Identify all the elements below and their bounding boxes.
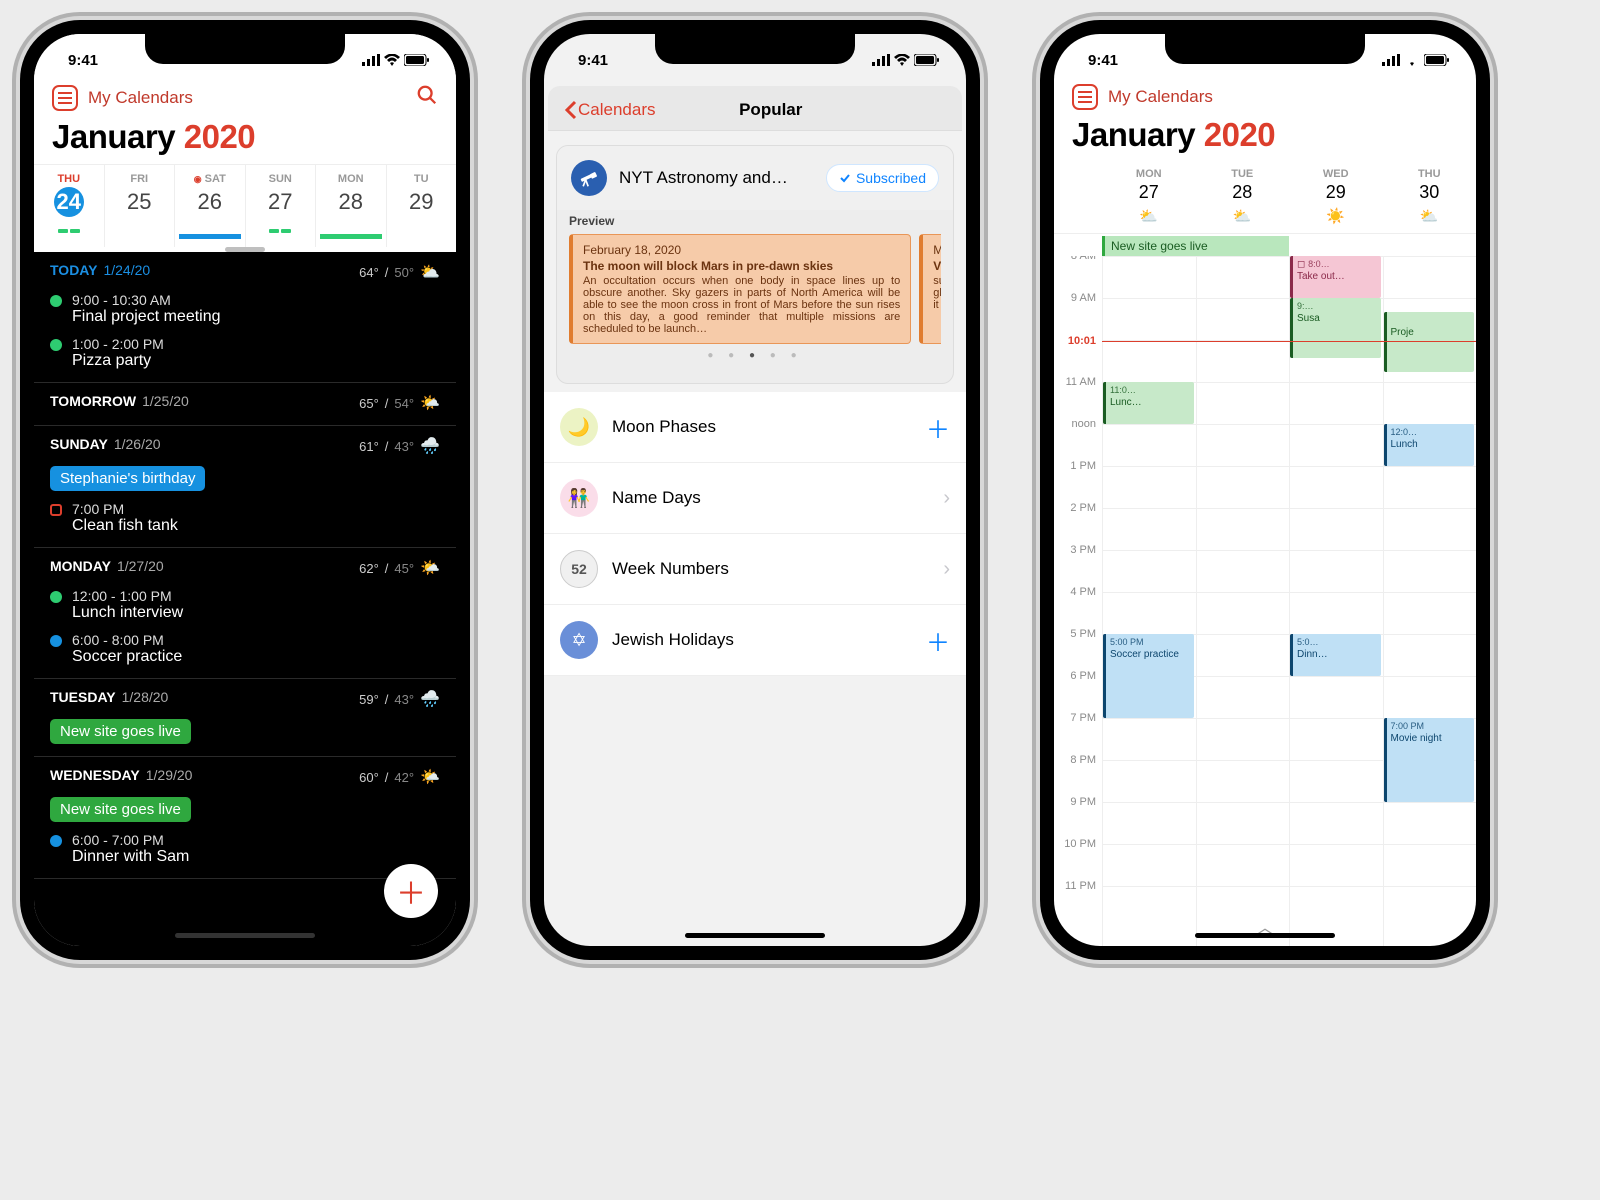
add-icon[interactable]: ＋ [926,410,950,445]
event-pill[interactable]: New site goes live [50,797,440,822]
featured-name[interactable]: NYT Astronomy and… [619,168,814,188]
event-item[interactable]: 6:00 - 7:00 PMDinner with Sam [50,832,440,866]
day-cell[interactable]: TU29 [386,165,457,247]
week-event[interactable]: 12:0…Lunch [1384,424,1475,466]
event-pill[interactable]: Stephanie's birthday [50,466,440,491]
hour-labels: 8 AM9 AM11 AMnoon1 PM2 PM3 PM4 PM5 PM6 P… [1054,256,1102,946]
signal-icon [1382,54,1400,66]
event-item[interactable]: 1:00 - 2:00 PMPizza party [50,336,440,370]
menu-icon[interactable] [1072,84,1098,110]
agenda-section: SUNDAY1/26/20 61°/43° 🌧️Stephanie's birt… [34,426,456,548]
home-indicator[interactable] [685,933,825,938]
menu-icon[interactable] [52,85,78,111]
chevron-right-icon[interactable]: › [943,487,950,510]
chevron-left-icon [564,100,578,120]
day-cell[interactable]: ◉ SAT26 [174,165,245,247]
agenda-section: TOMORROW1/25/20 65°/54° 🌤️ [34,383,456,426]
phone-subscribe: 9:41 Calendars Popular NYT Astronomy and… [530,20,980,960]
preview-card-peek[interactable]: Ma Ve sun glo it lo [919,234,941,344]
notch [1165,34,1365,64]
calendar-option[interactable]: 52Week Numbers› [544,534,966,605]
week-event[interactable]: 9:…Susa [1290,298,1381,358]
featured-calendar-card: NYT Astronomy and… Subscribed Preview Fe… [556,145,954,384]
home-indicator[interactable] [175,933,315,938]
event-item[interactable]: 6:00 - 8:00 PMSoccer practice [50,632,440,666]
notch [655,34,855,64]
day-cell[interactable]: MON28 [315,165,386,247]
calendar-list: 🌙Moon Phases＋👫Name Days›52Week Numbers›✡… [544,392,966,676]
day-cell[interactable]: SUN27 [245,165,316,247]
preview-label: Preview [569,214,941,228]
search-icon[interactable] [416,84,438,112]
day-cell[interactable]: FRI25 [104,165,175,247]
battery-icon [404,54,430,66]
status-time: 9:41 [578,52,608,69]
page-dots[interactable]: ● ● ● ● ● [569,344,941,371]
week-strip[interactable]: THU24FRI25◉ SAT26SUN27MON28TU29 [34,164,456,247]
agenda-section: MONDAY1/27/20 62°/45° 🌤️12:00 - 1:00 PML… [34,548,456,679]
day-header[interactable]: THU30⛅ [1383,162,1477,233]
month-heading[interactable]: January 2020 [1054,114,1476,162]
add-event-button[interactable]: ＋ [384,864,438,918]
event-item[interactable]: 12:00 - 1:00 PMLunch interview [50,588,440,622]
nav-title[interactable]: My Calendars [1108,87,1213,107]
preview-card[interactable]: February 18, 2020 The moon will block Ma… [569,234,911,344]
home-indicator[interactable] [1195,933,1335,938]
week-event[interactable]: ◻ 8:0…Take out… [1290,256,1381,298]
wifi-icon [1404,54,1420,66]
phone-week: 9:41 My Calendars January 2020 MON27⛅TUE… [1040,20,1490,960]
month-heading[interactable]: January 2020 [34,116,456,164]
agenda-section: TUESDAY1/28/20 59°/43° 🌧️New site goes l… [34,679,456,757]
calendar-option[interactable]: 👫Name Days› [544,463,966,534]
week-event[interactable]: 7:00 PMMovie night [1384,718,1475,802]
week-grid[interactable]: 8 AM9 AM11 AMnoon1 PM2 PM3 PM4 PM5 PM6 P… [1054,256,1476,946]
day-header[interactable]: WED29☀️ [1289,162,1383,233]
week-event[interactable]: 11:0…Lunc… [1103,382,1194,424]
battery-icon [914,54,940,66]
week-event[interactable]: 5:0…Dinn… [1290,634,1381,676]
calendar-option[interactable]: 🌙Moon Phases＋ [544,392,966,463]
signal-icon [872,54,890,66]
agenda-list[interactable]: ＋ TODAY1/24/20 64°/50° ⛅9:00 - 10:30 AMF… [34,252,456,946]
status-time: 9:41 [1088,52,1118,69]
agenda-section: WEDNESDAY1/29/20 60°/42° 🌤️New site goes… [34,757,456,879]
telescope-icon [571,160,607,196]
event-item[interactable]: 7:00 PMClean fish tank [50,501,440,535]
check-icon [839,172,851,184]
wifi-icon [894,54,910,66]
sheet-title: Popular [596,100,947,120]
day-cell[interactable]: THU24 [34,165,104,247]
status-time: 9:41 [68,52,98,69]
add-icon[interactable]: ＋ [926,623,950,658]
week-event[interactable]: Proje [1384,312,1475,372]
allday-row[interactable]: New site goes live [1102,234,1476,256]
week-event[interactable]: 5:00 PMSoccer practice [1103,634,1194,718]
day-header[interactable]: MON27⛅ [1102,162,1196,233]
event-item[interactable]: 9:00 - 10:30 AMFinal project meeting [50,292,440,326]
sheet-header: Calendars Popular [548,86,962,131]
week-strip[interactable]: MON27⛅TUE28⛅WED29☀️THU30⛅ [1054,162,1476,234]
signal-icon [362,54,380,66]
chevron-right-icon[interactable]: › [943,558,950,581]
notch [145,34,345,64]
wifi-icon [384,54,400,66]
phone-agenda: 9:41 My Calendars January 2020 THU24FRI2… [20,20,470,960]
day-header[interactable]: TUE28⛅ [1196,162,1290,233]
nav-title[interactable]: My Calendars [88,88,193,108]
battery-icon [1424,54,1450,66]
agenda-section: TODAY1/24/20 64°/50° ⛅9:00 - 10:30 AMFin… [34,252,456,383]
event-pill[interactable]: New site goes live [50,719,440,744]
subscribed-badge[interactable]: Subscribed [826,164,939,192]
grid-lines: 11:0…Lunc… 5:00 PMSoccer practice ◻ 8:0…Ta… [1102,256,1476,946]
calendar-option[interactable]: ✡Jewish Holidays＋ [544,605,966,676]
